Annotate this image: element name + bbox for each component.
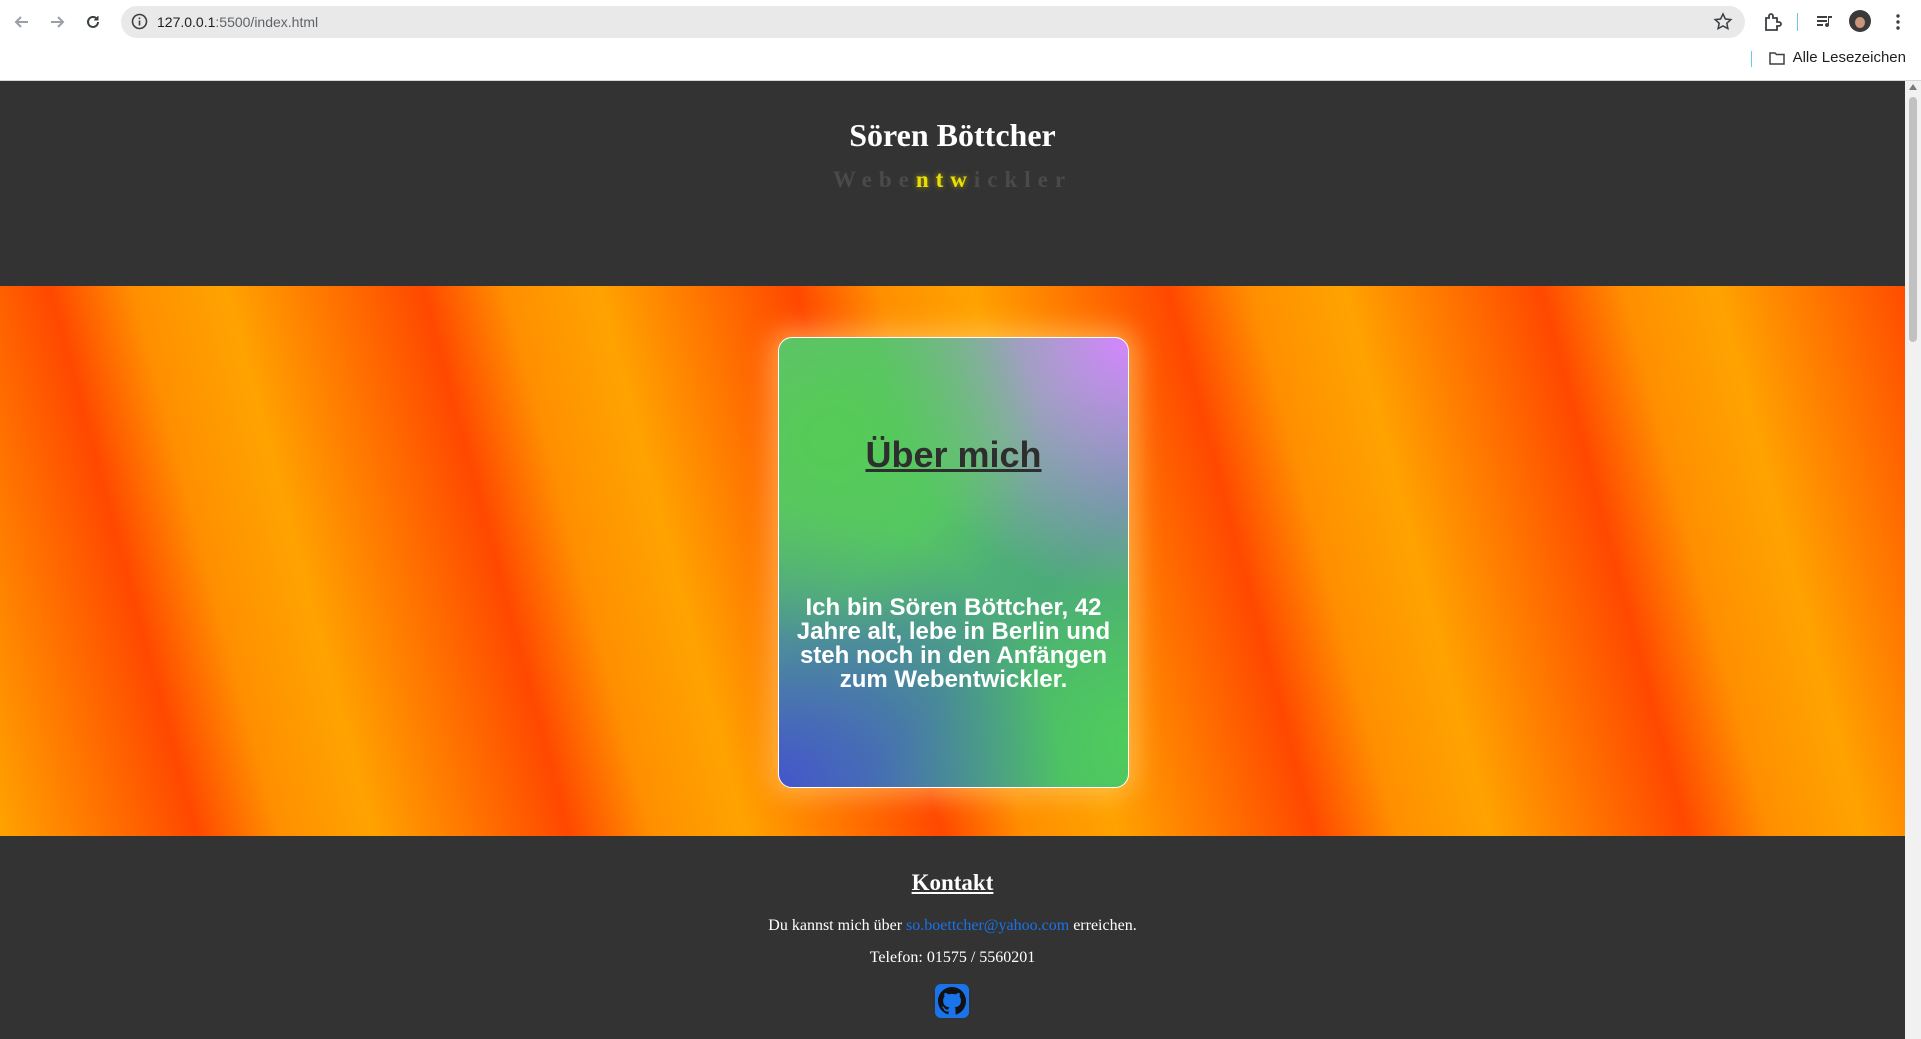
arrow-left-icon (14, 16, 28, 28)
contact-email-line: Du kannst mich über so.boettcher@yahoo.c… (0, 917, 1905, 935)
address-bar[interactable]: 127.0.0.1:5500/index.html (121, 6, 1745, 38)
profile-avatar[interactable] (1849, 10, 1871, 32)
forward-button[interactable] (43, 8, 71, 36)
extensions-icon[interactable] (1761, 10, 1785, 34)
toolbar-separator (1797, 13, 1798, 31)
page-scrollbar[interactable] (1905, 81, 1921, 1039)
reload-icon (87, 15, 99, 28)
site-title: Sören Böttcher (849, 117, 1056, 153)
about-text: Ich bin Sören Böttcher, 42 Jahre alt, le… (796, 594, 1111, 693)
bookmarks-separator (1751, 51, 1752, 67)
media-controls-icon[interactable] (1813, 10, 1837, 34)
contact-phone: Telefon: 01575 / 5560201 (869, 949, 1036, 966)
back-button[interactable] (8, 8, 36, 36)
all-bookmarks-button[interactable]: Alle Lesezeichen (1768, 49, 1906, 66)
about-card: Über mich Ich bin Sören Böttcher, 42 Jah… (778, 337, 1129, 788)
github-icon (938, 987, 966, 1015)
bookmark-star-icon[interactable] (1713, 12, 1733, 32)
bookmarks-label: Alle Lesezeichen (1792, 49, 1906, 66)
contact-title: Kontakt (911, 870, 994, 895)
scroll-thumb[interactable] (1909, 97, 1917, 342)
url-text[interactable]: 127.0.0.1:5500/index.html (157, 6, 318, 38)
site-header: Sören Böttcher Webentwickler (0, 81, 1905, 286)
url-host: 127.0.0.1 (157, 14, 216, 30)
info-icon[interactable] (131, 13, 148, 30)
contact-text-after: erreichen. (1069, 917, 1137, 934)
contact-text-before: Du kannst mich über (768, 917, 907, 934)
folder-icon (1768, 51, 1785, 65)
subtitle-start: Webe (832, 167, 916, 192)
scroll-up-arrow-icon[interactable] (1909, 84, 1917, 90)
subtitle-highlight: ntw (915, 167, 974, 192)
subtitle-end: ickler (973, 167, 1073, 192)
contact-footer: Kontakt Du kannst mich über so.boettcher… (0, 836, 1905, 1039)
page-viewport: Sören Böttcher Webentwickler Über mich I… (0, 81, 1905, 1039)
about-title: Über mich (865, 434, 1042, 475)
avatar-face (1855, 17, 1865, 28)
url-path: :5500/index.html (215, 14, 319, 30)
more-menu-icon[interactable] (1886, 10, 1910, 34)
arrow-right-icon (51, 16, 65, 28)
browser-chrome: 127.0.0.1:5500/index.html Alle Lesezeich… (0, 0, 1921, 80)
about-section: Über mich Ich bin Sören Böttcher, 42 Jah… (0, 286, 1905, 836)
site-subtitle: Webentwickler (0, 167, 1905, 193)
github-link[interactable] (935, 984, 969, 1018)
reload-button[interactable] (79, 8, 107, 36)
email-link[interactable]: so.boettcher@yahoo.com (906, 917, 1069, 934)
